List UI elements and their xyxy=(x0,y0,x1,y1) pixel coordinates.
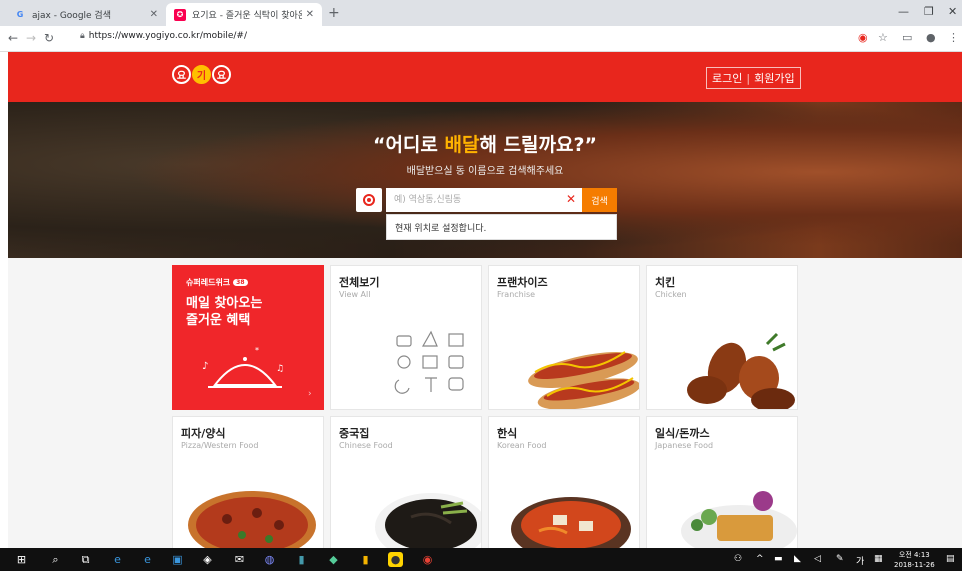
close-tab-icon[interactable]: ✕ xyxy=(306,9,314,20)
app-icon-4[interactable]: ▮ xyxy=(358,552,373,567)
network-icon[interactable]: ◣ xyxy=(794,554,801,564)
cloche-icon: * ♪ ♫ xyxy=(202,346,284,388)
category-franchise[interactable]: 프랜차이즈 Franchise xyxy=(488,265,640,410)
people-icon[interactable]: ⚇ xyxy=(734,554,742,564)
location-suggestion[interactable]: 현재 위치로 설정합니다. xyxy=(386,214,617,240)
notification-icon[interactable]: ▤ xyxy=(946,554,955,564)
login-link[interactable]: 로그인 xyxy=(712,70,742,86)
yogiyo-logo[interactable]: 요 기 요 xyxy=(172,65,231,84)
lock-icon: 🔒︎ xyxy=(80,31,85,41)
category-korean[interactable]: 한식 Korean Food xyxy=(488,416,640,561)
back-icon[interactable]: ← xyxy=(8,31,18,45)
app-icon-3[interactable]: ◆ xyxy=(326,552,341,567)
close-tab-icon[interactable]: ✕ xyxy=(150,9,158,20)
extension-icon[interactable]: ◉ xyxy=(858,31,868,44)
windows-start-icon[interactable]: ⊞ xyxy=(14,552,29,567)
app-icon[interactable]: ◍ xyxy=(262,552,277,567)
divider: | xyxy=(746,71,751,85)
cast-icon[interactable]: ▭ xyxy=(902,31,912,44)
mail-icon[interactable]: ✉ xyxy=(232,552,247,567)
ie-icon[interactable]: e xyxy=(140,552,155,567)
new-tab-button[interactable]: + xyxy=(328,5,340,21)
maximize-icon[interactable]: ❐ xyxy=(924,5,934,18)
stew-image xyxy=(511,497,631,557)
windows-taskbar: ⊞ ⌕ ⧉ e e ▣ ◈ ✉ ◍ ▮ ◆ ▮ ● ◉ ⚇ ^ ▬ ◣ ◁ ✎ … xyxy=(0,548,962,571)
promo-banner[interactable]: 슈퍼레드위크 38 매일 찾아오는 즐거운 혜택 * ♪ ♫ › xyxy=(172,265,324,410)
jajangmyeon-image xyxy=(375,493,481,557)
pen-icon[interactable]: ✎ xyxy=(836,554,844,564)
tab-title: ajax - Google 검색 xyxy=(32,11,111,21)
category-view-all[interactable]: 전체보기 View All xyxy=(330,265,482,410)
hero-subtitle: 배달받으실 동 이름으로 검색해주세요 xyxy=(406,166,564,177)
category-japanese[interactable]: 일식/돈까스 Japanese Food xyxy=(646,416,798,561)
promo-tag: 슈퍼레드위크 38 xyxy=(186,277,248,288)
auth-links: 로그인 | 회원가입 xyxy=(706,67,801,89)
search-button[interactable]: 검색 xyxy=(582,188,617,212)
task-view-icon[interactable]: ⧉ xyxy=(78,552,93,567)
svg-text:♪: ♪ xyxy=(202,361,208,372)
minimize-icon[interactable]: — xyxy=(898,5,909,18)
tonkatsu-image xyxy=(681,491,797,557)
store-icon[interactable]: ▣ xyxy=(170,552,185,567)
bookmark-star-icon[interactable]: ☆ xyxy=(878,31,888,44)
category-pizza[interactable]: 피자/양식 Pizza/Western Food xyxy=(172,416,324,561)
url-field[interactable]: 🔒︎ https://www.yogiyo.co.kr/mobile/#/ xyxy=(80,31,247,41)
svg-text:♫: ♫ xyxy=(276,364,284,374)
search-icon[interactable]: ⌕ xyxy=(48,552,63,567)
close-window-icon[interactable]: ✕ xyxy=(948,5,957,18)
location-target-icon xyxy=(363,194,375,206)
keyboard-icon[interactable]: ▦ xyxy=(874,554,883,564)
volume-icon[interactable]: ◁ xyxy=(814,554,821,564)
reload-icon[interactable]: ↻ xyxy=(44,31,54,45)
address-search-input[interactable] xyxy=(386,188,582,212)
browser-tab-bar: G ajax - Google 검색 ✕ ✪ 요기요 - 즐거운 식탁이 찾아온… xyxy=(0,0,962,26)
profile-icon[interactable]: ● xyxy=(926,31,936,44)
food-category-icons xyxy=(394,330,464,394)
chevron-up-icon[interactable]: ^ xyxy=(756,554,764,564)
promo-badge: 38 xyxy=(233,279,248,286)
kakaotalk-icon[interactable]: ● xyxy=(388,552,403,567)
current-location-button[interactable] xyxy=(356,188,382,212)
chevron-right-icon: › xyxy=(308,389,312,399)
address-bar: ← → ↻ 🔒︎ https://www.yogiyo.co.kr/mobile/… xyxy=(0,26,962,52)
site-header: 요 기 요 로그인 | 회원가입 xyxy=(8,52,962,102)
shopping-bag-icon[interactable]: ◈ xyxy=(200,552,215,567)
hero-banner: “어디로 배달해 드릴까요?” 배달받으실 동 이름으로 검색해주세요 ✕ 검색… xyxy=(8,102,962,258)
chrome-icon[interactable]: ◉ xyxy=(420,552,435,567)
app-icon-2[interactable]: ▮ xyxy=(294,552,309,567)
battery-icon[interactable]: ▬ xyxy=(774,554,783,564)
menu-icon[interactable]: ⋮ xyxy=(948,31,959,44)
google-icon: G xyxy=(16,10,24,19)
hero-title: “어디로 배달해 드릴까요?” xyxy=(372,134,598,156)
category-chinese[interactable]: 중국집 Chinese Food xyxy=(330,416,482,561)
edge-icon[interactable]: e xyxy=(110,552,125,567)
tab-yogiyo[interactable]: ✪ 요기요 - 즐거운 식탁이 찾아온다 ✕ xyxy=(166,3,322,26)
hotdog-image xyxy=(528,351,639,409)
tab-google-search[interactable]: G ajax - Google 검색 ✕ xyxy=(6,3,166,26)
svg-text:*: * xyxy=(255,346,259,355)
ime-indicator[interactable]: 가 xyxy=(856,554,864,567)
clear-search-icon[interactable]: ✕ xyxy=(566,192,576,206)
tab-title: 요기요 - 즐거운 식탁이 찾아온다 xyxy=(192,11,302,21)
signup-link[interactable]: 회원가입 xyxy=(754,70,794,86)
system-clock[interactable]: 오전 4:13 2018-11-26 xyxy=(894,550,935,570)
category-grid xyxy=(8,258,962,548)
chicken-image xyxy=(687,332,795,409)
pizza-image xyxy=(188,491,316,555)
promo-headline: 매일 찾아오는 즐거운 혜택 xyxy=(186,296,263,328)
yogiyo-icon: ✪ xyxy=(174,8,186,21)
category-chicken[interactable]: 치킨 Chicken xyxy=(646,265,798,410)
forward-icon[interactable]: → xyxy=(26,31,36,45)
